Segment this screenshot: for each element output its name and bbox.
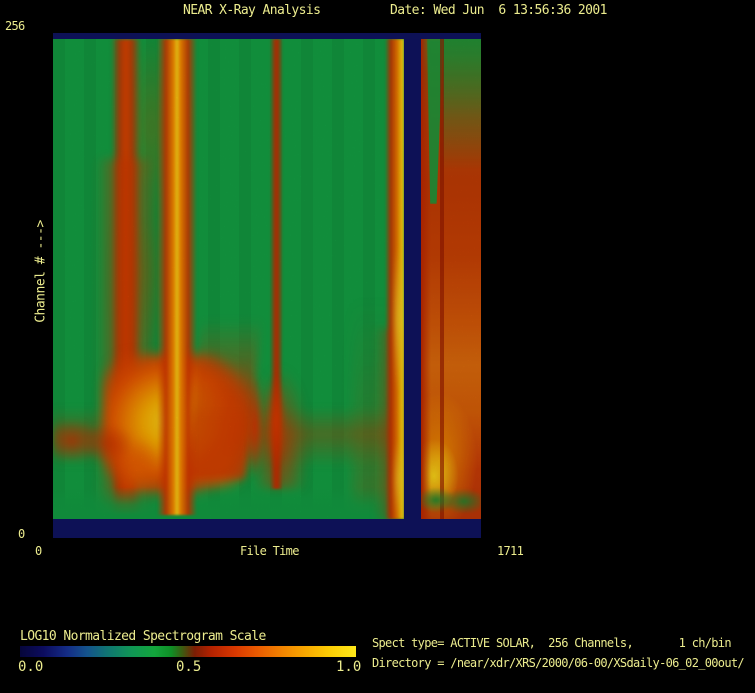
y-axis-min-label: 0 [18, 528, 25, 541]
y-axis-title: Channel # ---> [34, 162, 49, 382]
spectrogram-plot [53, 33, 481, 538]
x-axis-min-label: 0 [35, 545, 42, 558]
colorbar-tick-max: 1.0 [336, 660, 361, 675]
spectrogram-main-segment [53, 39, 404, 519]
colorbar-tick-min: 0.0 [18, 660, 43, 675]
colorbar-tick-mid: 0.5 [176, 660, 201, 675]
colorbar-title: LOG10 Normalized Spectrogram Scale [20, 630, 266, 644]
colorbar-gradient [20, 646, 356, 657]
spect-type-info: Spect type= ACTIVE SOLAR, 256 Channels, … [372, 637, 731, 650]
noise-texture [421, 39, 481, 519]
spectrogram-right-segment [421, 39, 481, 519]
x-axis-max-label: 1711 [497, 545, 523, 558]
near-xray-analysis-window: NEAR X-Ray Analysis Date: Wed Jun 6 13:5… [0, 0, 755, 693]
directory-info: Directory = /near/xdr/XRS/2000/06-00/XSd… [372, 657, 744, 670]
header-date: Date: Wed Jun 6 13:56:36 2001 [390, 4, 607, 18]
page-title: NEAR X-Ray Analysis [183, 4, 320, 18]
y-axis-max-label: 256 [5, 20, 25, 33]
x-axis-title: File Time [240, 545, 299, 558]
noise-texture [53, 39, 404, 519]
